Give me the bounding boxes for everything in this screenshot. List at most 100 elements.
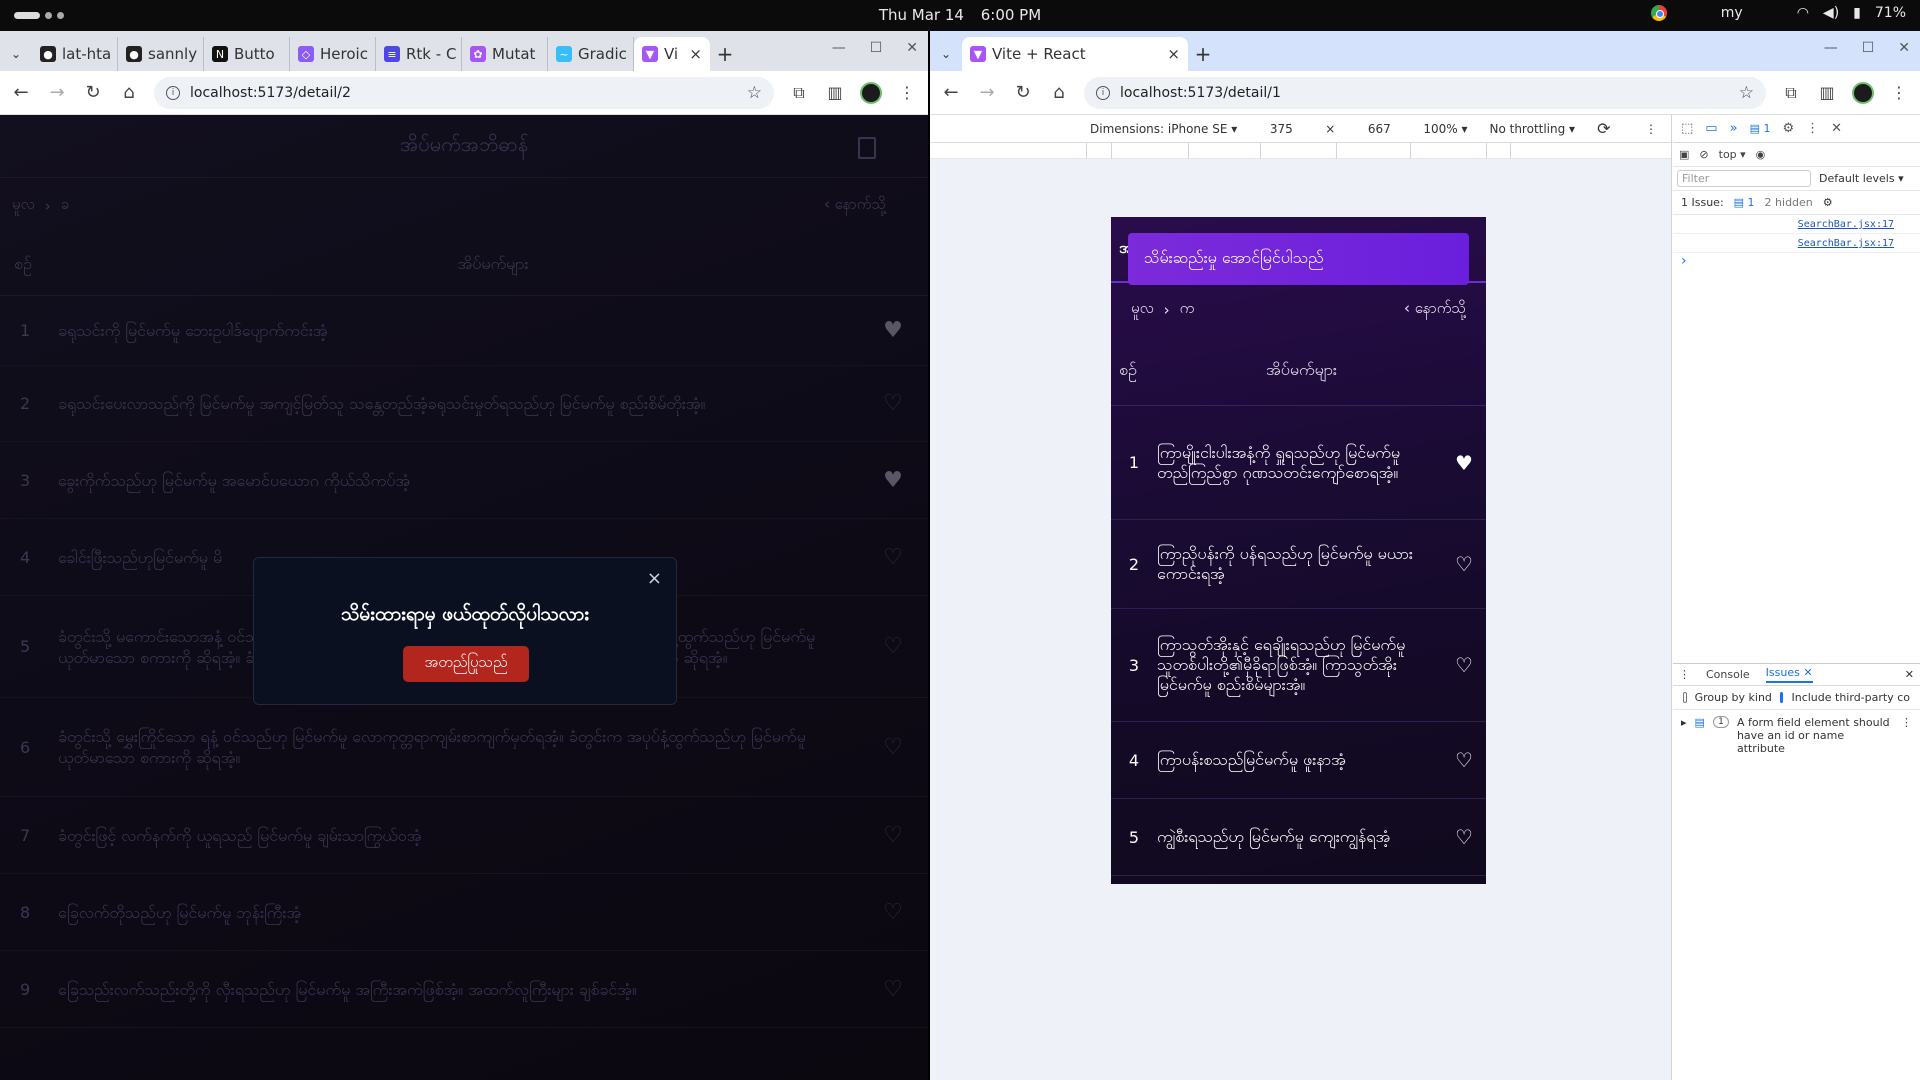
minimize-icon[interactable]: — bbox=[832, 40, 846, 56]
breadcrumb-home[interactable]: မူလ bbox=[1131, 299, 1154, 321]
favorite-heart-icon[interactable]: ♡ bbox=[1442, 653, 1486, 677]
browser-tab[interactable]: N Butto bbox=[204, 37, 290, 71]
back-link[interactable]: ‹ နောက်သို့ bbox=[824, 195, 886, 217]
profile-avatar[interactable] bbox=[860, 81, 882, 104]
throttle-select[interactable]: No throttling ▾ bbox=[1489, 122, 1575, 136]
back-arrow-icon[interactable]: ← bbox=[10, 82, 32, 103]
issue-item[interactable]: ▸ ▤ 1 A form field element should have a… bbox=[1673, 710, 1920, 761]
favorite-heart-icon[interactable]: ♡ bbox=[858, 545, 928, 570]
forward-arrow-icon[interactable]: → bbox=[976, 82, 998, 103]
device-toggle-icon[interactable]: ▭ bbox=[1705, 121, 1717, 136]
browser-tab[interactable]: ● sannly bbox=[118, 37, 204, 71]
bookmark-star-icon[interactable]: ☆ bbox=[1739, 83, 1754, 103]
tab-issues[interactable]: Issues ✕ bbox=[1765, 666, 1813, 683]
favorite-heart-icon[interactable]: ♡ bbox=[1442, 825, 1486, 849]
source-link[interactable]: SearchBar.jsx:17 bbox=[1673, 215, 1920, 234]
back-arrow-icon[interactable]: ← bbox=[940, 82, 962, 103]
forward-arrow-icon[interactable]: → bbox=[46, 82, 68, 103]
table-row[interactable]: 3 ကြာသွတ်အိုးနှင့် ရေချိုးရသည်ဟု မြင်မက်မ… bbox=[1111, 609, 1486, 722]
clock[interactable]: Thu Mar 14 6:00 PM bbox=[0, 6, 1920, 24]
confirm-button[interactable]: အတည်ပြုသည် bbox=[403, 646, 529, 682]
console-prompt-caret[interactable]: › bbox=[1673, 253, 1920, 269]
maximize-icon[interactable]: ☐ bbox=[1862, 40, 1875, 56]
favorite-heart-icon[interactable]: ♡ bbox=[858, 735, 928, 760]
table-row[interactable]: 3 ခွေးကိုက်သည်ဟု မြင်မက်မူ အမောင်ပယောဂ ကိ… bbox=[0, 442, 928, 519]
browser-tab-active[interactable]: ▼ Vi × bbox=[634, 37, 710, 71]
home-icon[interactable]: ⌂ bbox=[1048, 82, 1070, 103]
site-info-icon[interactable]: i bbox=[1096, 85, 1110, 100]
extensions-icon[interactable]: ⧉ bbox=[1780, 83, 1802, 103]
issues-counter[interactable]: ▤ 1 bbox=[1750, 122, 1771, 135]
rotate-icon[interactable]: ⟳ bbox=[1597, 119, 1610, 138]
favorite-heart-filled-icon[interactable]: ♥ bbox=[1442, 451, 1486, 475]
table-row[interactable]: 1 ခရုသင်းကို မြင်မက်မူ ဘေးဥပါဒ်ပျောက်ကင်း… bbox=[0, 296, 928, 366]
close-tab-icon[interactable]: × bbox=[689, 45, 702, 63]
home-icon[interactable]: ⌂ bbox=[118, 82, 140, 103]
close-window-icon[interactable]: ✕ bbox=[1898, 40, 1910, 56]
console-settings-gear-icon[interactable]: ⚙ bbox=[1823, 196, 1833, 209]
address-bar[interactable]: i localhost:5173/detail/1 ☆ bbox=[1084, 76, 1766, 109]
close-devtools-icon[interactable]: ✕ bbox=[1831, 121, 1842, 136]
new-tab-button[interactable]: + bbox=[1188, 37, 1218, 71]
table-row[interactable]: 9 ခြေသည်းလက်သည်းတို့ကို လှီးရသည်ဟု မြင်မက… bbox=[0, 951, 928, 1028]
levels-select[interactable]: Default levels ▾ bbox=[1819, 172, 1904, 185]
breadcrumb-home[interactable]: မူလ bbox=[12, 195, 35, 217]
favorite-heart-icon[interactable]: ♡ bbox=[858, 977, 928, 1002]
device-select[interactable]: Dimensions: iPhone SE ▾ bbox=[1090, 122, 1237, 136]
group-by-kind-checkbox[interactable] bbox=[1683, 692, 1687, 703]
favorite-heart-filled-icon[interactable]: ♥ bbox=[858, 318, 928, 343]
issue-more-icon[interactable]: ⋮ bbox=[1901, 716, 1912, 755]
expand-triangle-icon[interactable]: ▸ bbox=[1681, 716, 1687, 755]
close-tab-icon[interactable]: × bbox=[1167, 45, 1180, 63]
maximize-icon[interactable]: ☐ bbox=[870, 40, 883, 56]
table-row[interactable]: 6 ခံတွင်းသို့ မွှေးကြိုင်သော ရနံ့ ဝင်သည်ဟ… bbox=[0, 698, 928, 797]
browser-tab[interactable]: ◇ Heroic bbox=[290, 37, 376, 71]
back-link[interactable]: ‹ နောက်သို့ bbox=[1404, 299, 1466, 321]
extensions-icon[interactable]: ⧉ bbox=[788, 83, 810, 103]
new-tab-button[interactable]: + bbox=[710, 37, 740, 71]
system-tray[interactable]: my ◠ ◀) ▮ 71% bbox=[1650, 5, 1906, 21]
profile-avatar[interactable] bbox=[1852, 81, 1874, 104]
favorite-heart-filled-icon[interactable]: ♥ bbox=[858, 468, 928, 493]
more-panels-icon[interactable]: » bbox=[1730, 121, 1738, 136]
favorite-heart-icon[interactable]: ♡ bbox=[858, 823, 928, 848]
side-panel-icon[interactable]: ▥ bbox=[1816, 83, 1838, 102]
context-select[interactable]: top ▾ bbox=[1719, 148, 1746, 161]
favorite-heart-icon[interactable]: ♡ bbox=[858, 900, 928, 925]
reload-icon[interactable]: ↻ bbox=[1012, 82, 1034, 103]
table-row[interactable]: 1 ကြာမျိုးငါးပါးအနံ့ကို ရှူရသည်ဟု မြင်မက်… bbox=[1111, 406, 1486, 520]
browser-tab[interactable]: ● lat-hta bbox=[32, 37, 118, 71]
favorite-heart-icon[interactable]: ♡ bbox=[858, 391, 928, 416]
source-link[interactable]: SearchBar.jsx:17 bbox=[1673, 234, 1920, 253]
menu-kebab-icon[interactable]: ⋮ bbox=[896, 83, 918, 102]
device-more-icon[interactable]: ⋮ bbox=[1645, 122, 1657, 136]
issue-count-link[interactable]: ▤ 1 bbox=[1734, 196, 1755, 209]
minimize-icon[interactable]: — bbox=[1824, 40, 1838, 56]
bookmark-star-icon[interactable]: ☆ bbox=[747, 83, 762, 103]
browser-tab[interactable]: ~ Gradic bbox=[548, 37, 634, 71]
favorite-heart-icon[interactable]: ♡ bbox=[1442, 748, 1486, 772]
table-row[interactable]: 2 ခရုသင်းပေးလာသည်ကို မြင်မက်မူ အကျင့်မြတ်… bbox=[0, 366, 928, 442]
browser-tab[interactable]: ≡ Rtk - C bbox=[376, 37, 462, 71]
menu-kebab-icon[interactable]: ⋮ bbox=[1888, 83, 1910, 102]
table-row[interactable]: 5 ကျွဲစီးရသည်ဟု မြင်မက်မူ ကျေးကျွန်ရအံ့ ♡ bbox=[1111, 799, 1486, 876]
side-panel-icon[interactable]: ▥ bbox=[824, 83, 846, 102]
settings-gear-icon[interactable]: ⚙ bbox=[1782, 121, 1794, 136]
browser-tab-active[interactable]: ▼ Vite + React × bbox=[962, 37, 1188, 71]
device-width-field[interactable]: 375 bbox=[1259, 120, 1303, 138]
clear-console-icon[interactable]: ⊘ bbox=[1699, 148, 1708, 161]
favorite-heart-icon[interactable]: ♡ bbox=[858, 634, 928, 659]
favorite-heart-icon[interactable]: ♡ bbox=[1442, 552, 1486, 576]
address-bar[interactable]: i localhost:5173/detail/2 ☆ bbox=[154, 76, 774, 109]
devtools-menu-icon[interactable]: ⋮ bbox=[1806, 121, 1819, 136]
reload-icon[interactable]: ↻ bbox=[82, 82, 104, 103]
bookmark-icon[interactable] bbox=[858, 137, 876, 159]
table-row[interactable]: 2 ကြာညိုပန်းကို ပန်ရသည်ဟု မြင်မက်မူ မယားက… bbox=[1111, 520, 1486, 609]
tab-search-dropdown-icon[interactable]: ⌄ bbox=[930, 37, 962, 71]
device-height-field[interactable]: 667 bbox=[1357, 120, 1401, 138]
site-info-icon[interactable]: i bbox=[166, 85, 180, 100]
table-row[interactable]: 4 ကြာပန်းစသည်မြင်မက်မူ ဖူးနာအံ့ ♡ bbox=[1111, 722, 1486, 799]
tab-console[interactable]: Console bbox=[1706, 668, 1750, 681]
live-expression-eye-icon[interactable]: ◉ bbox=[1756, 148, 1766, 161]
inspect-element-icon[interactable]: ⬚ bbox=[1681, 121, 1693, 136]
